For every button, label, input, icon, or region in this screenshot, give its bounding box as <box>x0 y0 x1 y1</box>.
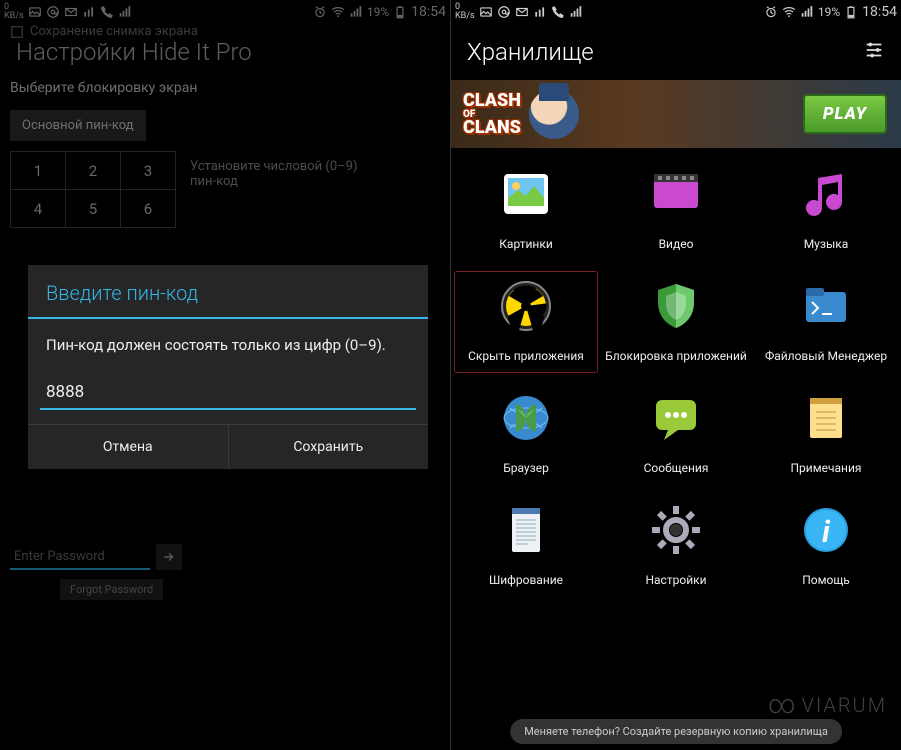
info-icon: i <box>798 502 854 558</box>
tile-pictures[interactable]: Картинки <box>451 156 601 264</box>
document-icon <box>498 502 554 558</box>
ad-banner[interactable]: CLASHOFCLANS PLAY <box>451 80 901 148</box>
clock: 18:54 <box>862 4 897 20</box>
chart-icon <box>533 5 547 19</box>
tile-label: Примечания <box>791 454 862 482</box>
tile-label: Помощь <box>802 566 850 594</box>
battery-icon <box>844 5 858 19</box>
phone-icon <box>551 5 565 19</box>
cancel-button[interactable]: Отмена <box>28 425 229 469</box>
signal-icon <box>800 5 814 19</box>
tile-label: Блокировка приложений <box>605 342 747 370</box>
shield-icon <box>648 278 704 334</box>
ad-play-button[interactable]: PLAY <box>803 94 887 134</box>
ad-logo: CLASHOFCLANS <box>451 92 521 135</box>
tile-lock-apps[interactable]: Блокировка приложений <box>601 268 751 376</box>
tile-video[interactable]: Видео <box>601 156 751 264</box>
pin-input[interactable]: 8888 <box>40 376 416 410</box>
mail-icon <box>515 5 529 19</box>
gear-icon <box>648 502 704 558</box>
watermark: ∞ VIARUM <box>768 690 887 720</box>
tile-label: Музыка <box>804 230 849 258</box>
tile-file-manager[interactable]: Файловый Менеджер <box>751 268 901 376</box>
tile-notes[interactable]: Примечания <box>751 380 901 488</box>
backup-hint[interactable]: Меняете телефон? Создайте резервную копи… <box>510 719 842 744</box>
tile-hide-apps[interactable]: Скрыть приложения <box>451 268 601 376</box>
pictures-icon <box>498 166 554 222</box>
wifi-icon <box>782 5 796 19</box>
tile-help[interactable]: i Помощь <box>751 492 901 600</box>
tile-encryption[interactable]: Шифрование <box>451 492 601 600</box>
sliders-icon <box>863 39 885 61</box>
phone-left: 0KB/s 19% 18:54 Сохранение снимка экрана… <box>0 0 451 750</box>
tile-label: Картинки <box>499 230 553 258</box>
battery-pct: 19% <box>818 5 840 19</box>
storage-header: Хранилище <box>451 24 901 80</box>
tile-label: Браузер <box>503 454 549 482</box>
tile-settings[interactable]: Настройки <box>601 492 751 600</box>
globe-icon <box>498 390 554 446</box>
music-icon <box>798 166 854 222</box>
tile-label: Видео <box>659 230 694 258</box>
tile-label: Файловый Менеджер <box>765 342 887 370</box>
infinity-icon: ∞ <box>768 690 798 720</box>
phone-right: 0KB/s 19% 18:54 Хранилище CLASHOFCLANS P… <box>451 0 901 750</box>
tile-label: Шифрование <box>489 566 563 594</box>
ad-character <box>529 89 579 139</box>
tile-label: Сообщения <box>644 454 709 482</box>
tile-music[interactable]: Музыка <box>751 156 901 264</box>
tile-label: Настройки <box>645 566 706 594</box>
image-icon <box>479 5 493 19</box>
storage-grid: Картинки Видео Музыка Скрыть приложения … <box>451 148 901 608</box>
video-icon <box>648 166 704 222</box>
tile-browser[interactable]: Браузер <box>451 380 601 488</box>
pin-dialog: Введите пин-код Пин-код должен состоять … <box>28 265 428 469</box>
bars-icon <box>569 5 583 19</box>
settings-sliders-button[interactable] <box>863 39 885 65</box>
status-bar: 0KB/s 19% 18:54 <box>451 0 901 24</box>
radiation-icon <box>498 278 554 334</box>
alarm-icon <box>764 5 778 19</box>
svg-text:i: i <box>822 515 831 550</box>
dialog-title: Введите пин-код <box>28 265 428 319</box>
chat-icon <box>648 390 704 446</box>
notes-icon <box>798 390 854 446</box>
kbs-indicator: 0KB/s <box>455 3 475 21</box>
tile-messages[interactable]: Сообщения <box>601 380 751 488</box>
at-icon <box>497 5 511 19</box>
save-button[interactable]: Сохранить <box>229 425 429 469</box>
folder-icon <box>798 278 854 334</box>
dialog-body: Пин-код должен состоять только из цифр (… <box>28 319 428 362</box>
tile-label: Скрыть приложения <box>468 342 584 370</box>
storage-title: Хранилище <box>467 38 863 66</box>
